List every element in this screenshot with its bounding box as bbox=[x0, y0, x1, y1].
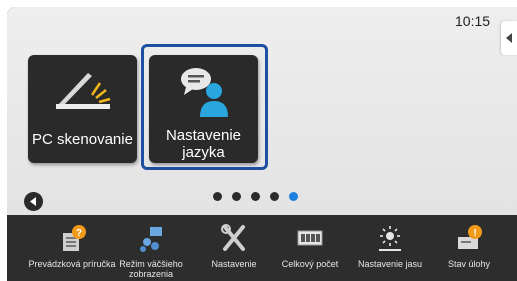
brightness-setting-button[interactable]: Nastavenie jasu bbox=[351, 215, 429, 281]
large-display-mode-button[interactable]: Režim väčšieho zobrazenia bbox=[112, 215, 190, 281]
guide-book-icon: ? bbox=[33, 223, 111, 253]
taskbar-label: Nastavenie jasu bbox=[357, 259, 423, 269]
tile-label: PC skenovanie bbox=[32, 131, 133, 148]
svg-text:?: ? bbox=[76, 228, 82, 239]
large-display-icon bbox=[112, 223, 190, 253]
clock: 10:15 bbox=[455, 13, 491, 29]
selection-highlight bbox=[141, 44, 268, 170]
operation-guide-button[interactable]: ? Prevádzková príručka bbox=[28, 215, 116, 281]
scanner-icon bbox=[28, 65, 137, 117]
svg-text:!: ! bbox=[473, 228, 476, 239]
taskbar-label: Prevádzková príručka bbox=[28, 259, 116, 269]
page-dot[interactable] bbox=[251, 192, 260, 201]
settings-button[interactable]: Nastavenie bbox=[195, 215, 273, 281]
page-dot[interactable] bbox=[270, 192, 279, 201]
device-screen: 10:15 PC skenovanie Nastavenie jazyka ? … bbox=[7, 7, 517, 281]
job-status-icon: ! bbox=[430, 223, 508, 253]
total-count-button[interactable]: Celkový počet bbox=[271, 215, 349, 281]
arrow-left-icon bbox=[30, 197, 36, 206]
taskbar: ? Prevádzková príručka Režim väčšieho zo… bbox=[7, 215, 517, 281]
side-panel-tab[interactable] bbox=[501, 21, 517, 55]
pc-scan-tile[interactable]: PC skenovanie bbox=[28, 55, 137, 163]
taskbar-label: Celkový počet bbox=[281, 259, 339, 269]
tools-icon bbox=[195, 223, 273, 253]
home-content-area: 10:15 PC skenovanie Nastavenie jazyka bbox=[7, 7, 517, 215]
chevron-left-icon bbox=[506, 33, 512, 43]
page-dot[interactable] bbox=[213, 192, 222, 201]
job-status-button[interactable]: ! Stav úlohy bbox=[430, 215, 508, 281]
brightness-icon bbox=[351, 223, 429, 253]
taskbar-label: Stav úlohy bbox=[447, 259, 491, 269]
taskbar-label: Režim väčšieho zobrazenia bbox=[119, 259, 183, 279]
page-back-button[interactable] bbox=[24, 192, 43, 211]
page-indicator bbox=[213, 192, 298, 201]
page-dot[interactable] bbox=[232, 192, 241, 201]
page-dot-active[interactable] bbox=[289, 192, 298, 201]
counter-icon bbox=[271, 223, 349, 253]
